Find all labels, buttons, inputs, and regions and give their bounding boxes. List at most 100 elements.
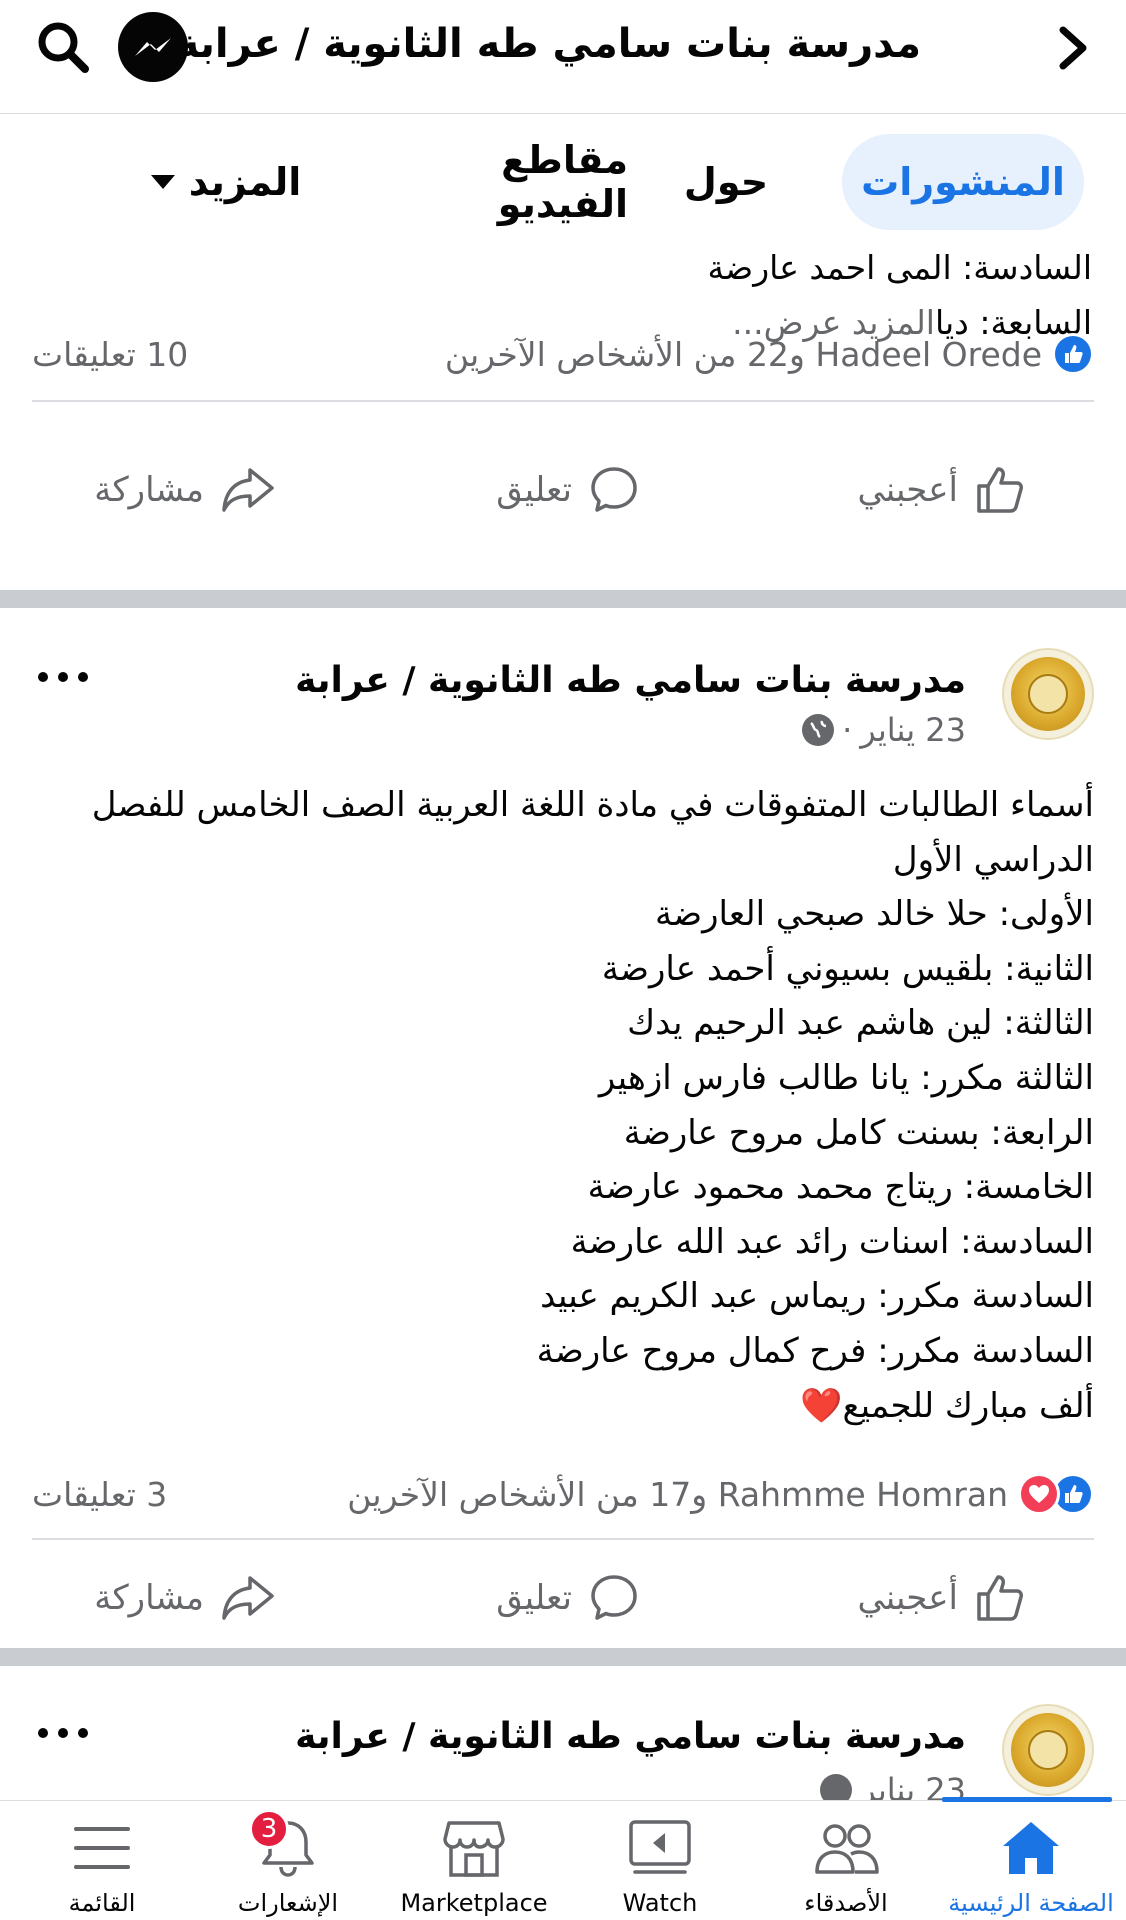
- search-button[interactable]: [30, 14, 96, 80]
- comment-icon: [591, 467, 637, 512]
- post-2-page-name[interactable]: مدرسة بنات سامي طه الثانوية / عرابة: [186, 656, 966, 706]
- dot: [78, 672, 88, 682]
- post-2-reactors[interactable]: Rahmme Homran و17 من الأشخاص الآخرين: [347, 1473, 1094, 1515]
- post-2-closing: ألف مبارك للجميع: [842, 1385, 1094, 1426]
- post-2-body: أسماء الطالبات المتفوقات في مادة اللغة ا…: [34, 778, 1094, 1433]
- post-2-line: الرابعة: بسنت كامل مروح عارضة: [623, 1112, 1094, 1153]
- post-2-line: الثالثة مكرر: يانا طالب فارس ازهير: [598, 1057, 1094, 1098]
- school-logo-core: [1028, 674, 1068, 714]
- post-1: السادسة: المى احمد عارضة السابعة: دياالم…: [0, 244, 1126, 590]
- messenger-icon: [135, 38, 171, 56]
- post-3-meta: 23 يناير: [820, 1768, 966, 1800]
- page-tabs: المنشورات حول مقاطع الفيديو المزيد: [0, 114, 1126, 244]
- reaction-icons: [1052, 333, 1094, 375]
- nav-notifications[interactable]: 3 الإشعارات: [198, 1801, 378, 1920]
- messenger-button[interactable]: [118, 12, 188, 82]
- share-label: مشاركة: [94, 470, 204, 510]
- post-2-line: أسماء الطالبات المتفوقات في مادة اللغة ا…: [91, 785, 1094, 880]
- notification-badge: 3: [249, 1809, 289, 1849]
- avatar[interactable]: [1002, 648, 1094, 740]
- post-2-more-options[interactable]: [38, 662, 88, 692]
- caret-down-icon: [150, 175, 175, 189]
- post-2-line: الثانية: بلقيس بسيوني أحمد عارضة: [601, 948, 1094, 989]
- post-3-page-name[interactable]: مدرسة بنات سامي طه الثانوية / عرابة: [186, 1712, 966, 1762]
- comment-button[interactable]: تعليق: [496, 440, 640, 540]
- home-icon: [996, 1813, 1066, 1883]
- nav-home-label: الصفحة الرئيسية: [948, 1889, 1114, 1917]
- dot: [78, 1728, 88, 1738]
- page-title: مدرسة بنات سامي طه الثانوية / عرابة: [181, 21, 921, 67]
- post-2-line: الخامسة: ريتاج محمد محمود عارضة: [587, 1167, 1094, 1208]
- comment-label: تعليق: [496, 470, 572, 510]
- back-button[interactable]: [1042, 18, 1102, 78]
- like-label: أعجبني: [857, 470, 958, 510]
- tab-more-label: المزيد: [188, 160, 302, 204]
- like-icon: [977, 1575, 1023, 1621]
- comment-button[interactable]: تعليق: [496, 1548, 640, 1648]
- post-2-comments-count[interactable]: 3 تعليقات: [32, 1475, 167, 1514]
- post-2-date[interactable]: 23 يناير: [860, 708, 966, 752]
- post-2-line: الأولى: حلا خالد صبحي العارضة: [654, 894, 1094, 935]
- post-3-more-options[interactable]: [38, 1718, 88, 1748]
- nav-watch[interactable]: Watch: [570, 1801, 750, 1920]
- globe-icon: [820, 1774, 853, 1800]
- tab-posts-label: المنشورات: [861, 160, 1065, 204]
- watch-icon: [625, 1813, 695, 1883]
- like-button[interactable]: أعجبني: [857, 1548, 1026, 1648]
- like-label: أعجبني: [857, 1578, 958, 1618]
- post-2-meta: 23 يناير ·: [802, 708, 966, 752]
- tab-posts[interactable]: المنشورات: [842, 134, 1084, 230]
- comment-label: تعليق: [496, 1578, 572, 1618]
- share-button[interactable]: مشاركة: [94, 1548, 276, 1648]
- school-logo: [1011, 657, 1085, 731]
- nav-marketplace[interactable]: Marketplace: [384, 1801, 564, 1920]
- nav-marketplace-label: Marketplace: [400, 1889, 548, 1917]
- dot: [58, 1728, 68, 1738]
- post-3-date[interactable]: 23 يناير: [860, 1768, 966, 1800]
- share-button[interactable]: مشاركة: [94, 440, 276, 540]
- friends-icon: [811, 1813, 881, 1883]
- post-1-reactors-text: Hadeel Orede و22 من الأشخاص الآخرين: [444, 334, 1042, 374]
- divider: [32, 400, 1094, 402]
- like-button[interactable]: أعجبني: [857, 440, 1026, 540]
- post-2-line: ألف مبارك للجميع❤️: [34, 1379, 1094, 1434]
- nav-notifications-label: الإشعارات: [237, 1889, 339, 1917]
- top-app-bar: مدرسة بنات سامي طه الثانوية / عرابة: [0, 0, 1126, 114]
- nav-home[interactable]: الصفحة الرئيسية: [936, 1801, 1126, 1920]
- post-1-actions: أعجبني تعليق مشاركة: [0, 440, 1126, 540]
- post-2-line: الثالثة: لين هاشم عبد الرحيم يدك: [627, 1003, 1094, 1044]
- bottom-nav: الصفحة الرئيسية الأصدقاء Watch Marketpla…: [0, 1797, 1126, 1920]
- post-1-line: السادسة: المى احمد عارضة: [707, 248, 1092, 287]
- avatar[interactable]: [1002, 1704, 1094, 1796]
- dot: [38, 1728, 48, 1738]
- tab-videos-label: مقاطع الفيديو: [497, 138, 628, 226]
- like-icon: [977, 467, 1023, 513]
- post-2-line: السادسة مكرر: فرح كمال مروح عارضة: [536, 1330, 1094, 1371]
- tab-about-label: حول: [683, 160, 769, 204]
- nav-menu[interactable]: القائمة: [12, 1801, 192, 1920]
- post-1-comments-count[interactable]: 10 تعليقات: [32, 335, 188, 374]
- date-separator: ·: [842, 711, 853, 749]
- marketplace-icon: [439, 1813, 509, 1883]
- globe-icon: [802, 714, 835, 746]
- nav-watch-label: Watch: [622, 1889, 698, 1917]
- heart-emoji: ❤️: [800, 1385, 843, 1426]
- post-2-line: السادسة: اسنات رائد عبد الله عارضة: [570, 1221, 1094, 1262]
- post-3: مدرسة بنات سامي طه الثانوية / عرابة 23 ي…: [0, 1668, 1126, 1800]
- nav-friends[interactable]: الأصدقاء: [756, 1801, 936, 1920]
- divider: [32, 1538, 1094, 1540]
- dot: [58, 672, 68, 682]
- share-icon: [222, 468, 274, 512]
- like-reaction-icon: [1052, 333, 1094, 375]
- tab-videos[interactable]: مقاطع الفيديو: [368, 134, 628, 230]
- post-1-reactors[interactable]: Hadeel Orede و22 من الأشخاص الآخرين: [445, 333, 1094, 375]
- chevron-right-icon: [1059, 26, 1087, 70]
- share-icon: [222, 1576, 274, 1620]
- post-2-reactors-text: Rahmme Homran و17 من الأشخاص الآخرين: [347, 1474, 1008, 1514]
- dot: [38, 672, 48, 682]
- post-separator: [0, 1648, 1126, 1666]
- post-2-reactions-row: Rahmme Homran و17 من الأشخاص الآخرين 3 ت…: [32, 1464, 1094, 1524]
- tab-more[interactable]: المزيد: [146, 134, 306, 230]
- tab-about[interactable]: حول: [666, 134, 786, 230]
- search-icon: [38, 22, 89, 73]
